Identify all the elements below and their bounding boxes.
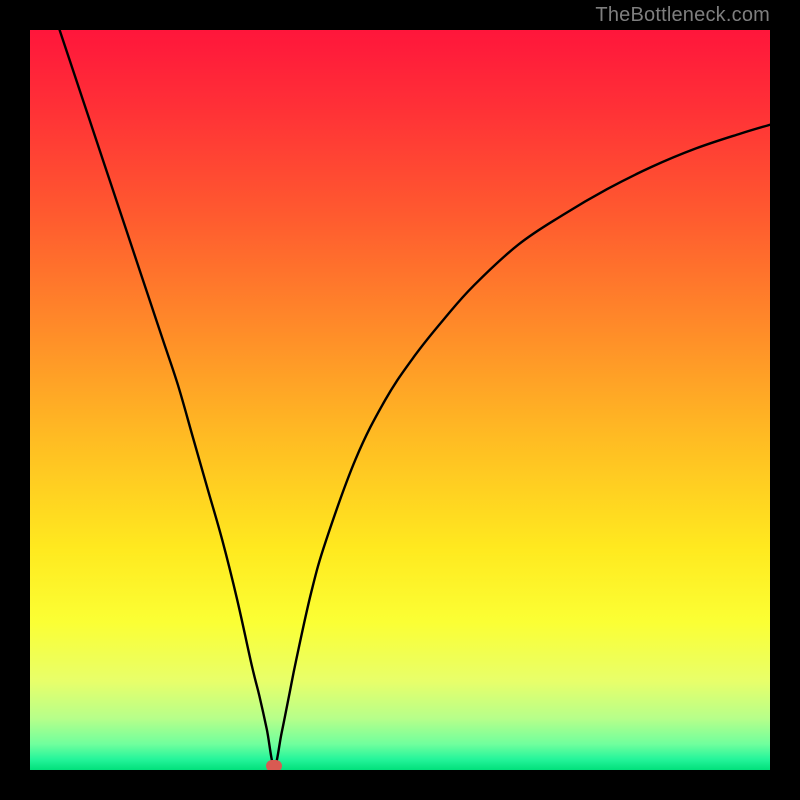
minimum-marker-dot [266,760,282,770]
watermark-text: TheBottleneck.com [595,4,770,27]
bottleneck-curve [30,30,770,770]
curve-path [60,30,770,766]
plot-area [30,30,770,770]
chart-frame: TheBottleneck.com [0,0,800,800]
